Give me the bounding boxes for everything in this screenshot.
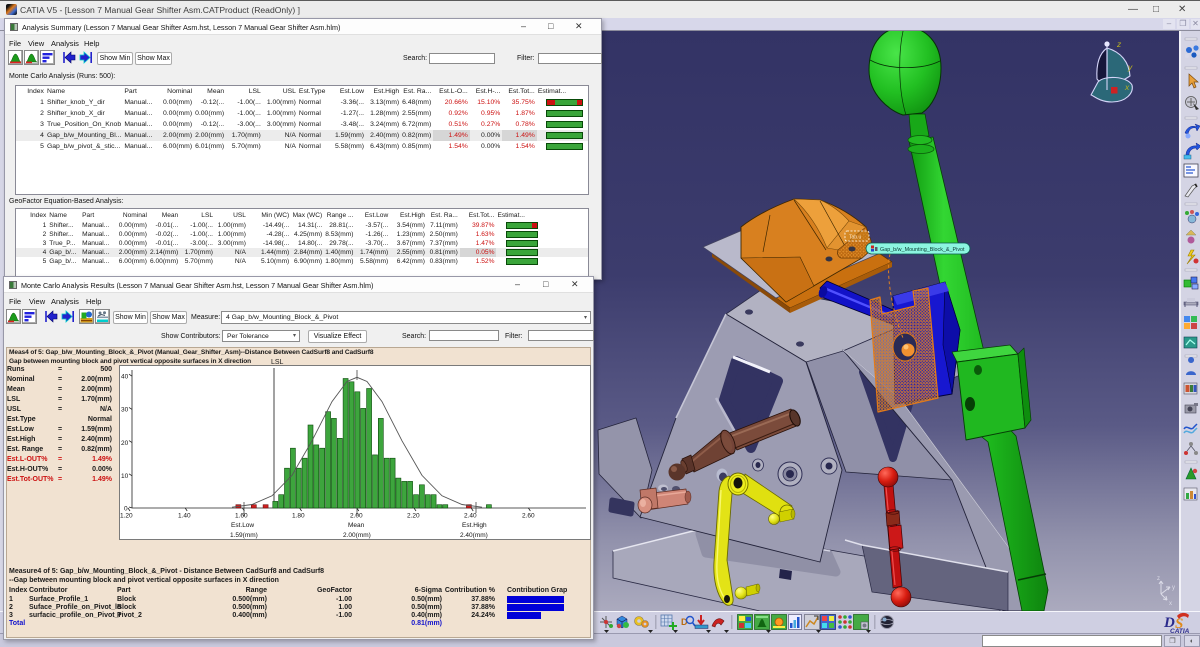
svg-text:1.59(mm): 1.59(mm): [230, 532, 258, 539]
svg-text:Tab.u: Tab.u: [849, 235, 861, 241]
svg-text:1.20: 1.20: [120, 513, 133, 520]
svg-text:Mean: Mean: [348, 522, 365, 529]
svg-text:Gap_b/w_Mounting_Block_&_Pivot: Gap_b/w_Mounting_Block_&_Pivot: [880, 247, 965, 253]
svg-text:0: 0: [124, 506, 128, 513]
svg-text:2.60: 2.60: [522, 513, 535, 520]
svg-text:30: 30: [121, 407, 129, 414]
svg-text:2.40: 2.40: [464, 513, 477, 520]
svg-text:x: x: [1124, 82, 1130, 92]
svg-text:10: 10: [121, 473, 129, 480]
svg-text:2.00(mm): 2.00(mm): [343, 532, 371, 539]
svg-text:1.40: 1.40: [178, 513, 191, 520]
svg-text:z: z: [1157, 576, 1160, 582]
svg-text:20: 20: [121, 440, 129, 447]
svg-text:2.20: 2.20: [407, 513, 420, 520]
svg-text:1.80: 1.80: [292, 513, 305, 520]
svg-text:x: x: [1169, 601, 1172, 607]
svg-text:2.00: 2.00: [350, 513, 363, 520]
svg-text:2.40(mm): 2.40(mm): [460, 532, 488, 539]
svg-text:z: z: [1116, 39, 1122, 49]
svg-text:y: y: [1127, 62, 1133, 72]
svg-text:Est.High: Est.High: [462, 522, 487, 529]
svg-text:1.60: 1.60: [235, 513, 248, 520]
svg-text:Est.Low: Est.Low: [231, 522, 254, 529]
svg-text:40: 40: [121, 374, 129, 381]
svg-text:y: y: [1172, 585, 1175, 591]
